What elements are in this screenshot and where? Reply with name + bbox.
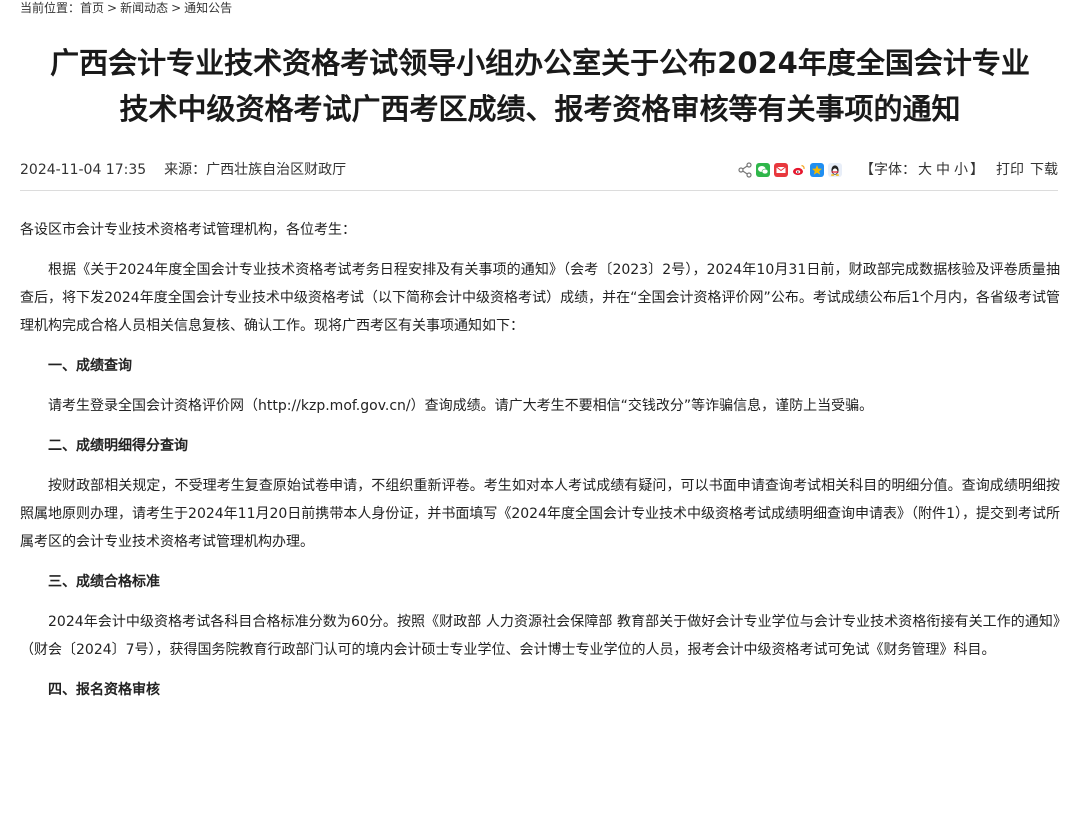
article-title-line-2: 技术中级资格考试广西考区成绩、报考资格审核等有关事项的通知 xyxy=(119,92,961,126)
meta-divider xyxy=(20,190,1058,191)
share-icon[interactable] xyxy=(738,162,752,178)
breadcrumb-separator: > xyxy=(171,1,182,15)
font-size-large-button[interactable]: 大 xyxy=(918,162,932,178)
font-size-open: 【字体： xyxy=(860,162,916,178)
email-icon[interactable] xyxy=(774,163,788,177)
section-paragraph: 2024年会计中级资格考试各科目合格标准分数为60分。按照《财政部 人力资源社会… xyxy=(20,614,1060,658)
section-paragraph: 按财政部相关规定，不受理考生复查原始试卷申请，不组织重新评卷。考生如对本人考试成… xyxy=(20,478,1060,550)
section-heading: 一、成绩查询 xyxy=(48,358,132,374)
intro-paragraph: 根据《关于2024年度全国会计专业技术资格考试考务日程安排及有关事项的通知》（会… xyxy=(20,262,1060,334)
wechat-icon[interactable] xyxy=(756,163,770,177)
weibo-icon[interactable] xyxy=(792,163,806,177)
article-body: 各设区市会计专业技术资格考试管理机构，各位考生： 根据《关于2024年度全国会计… xyxy=(20,216,1060,716)
breadcrumb-prefix: 当前位置： xyxy=(20,1,81,15)
section-heading: 四、报名资格审核 xyxy=(48,682,160,698)
article-toolbar: 【字体：大中小】 打印 下载 xyxy=(738,159,1058,181)
breadcrumb-notice-link[interactable]: 通知公告 xyxy=(184,1,232,15)
breadcrumb-separator: > xyxy=(107,1,118,15)
publish-datetime: 2024-11-04 17:35 xyxy=(20,162,147,178)
article-meta-info: 2024-11-04 17:35 来源：广西壮族自治区财政厅 xyxy=(20,159,346,181)
breadcrumb-home-link[interactable]: 首页 xyxy=(80,1,104,15)
font-size-small-button[interactable]: 小 xyxy=(954,162,968,178)
font-size-close: 】 xyxy=(970,162,984,178)
article-meta-bar: 2024-11-04 17:35 来源：广西壮族自治区财政厅 【字体： 大 中 … xyxy=(20,159,1058,181)
breadcrumb: 当前位置：首页 > 新闻动态 > 通知公告 xyxy=(20,0,232,16)
breadcrumb-news-link[interactable]: 新闻动态 xyxy=(120,1,168,15)
section-heading: 三、成绩合格标准 xyxy=(48,574,160,590)
font-size-medium-button[interactable]: 中 xyxy=(936,162,950,178)
section-paragraph: 请考生登录全国会计资格评价网（http://kzp.mof.gov.cn/）查询… xyxy=(48,398,874,414)
qq-icon[interactable] xyxy=(828,163,842,177)
article-page: 当前位置：首页 > 新闻动态 > 通知公告 广西会计专业技术资格考试领导小组办公室关于公… xyxy=(0,0,1080,824)
greeting-paragraph: 各设区市会计专业技术资格考试管理机构，各位考生： xyxy=(20,222,356,238)
article-title: 广西会计专业技术资格考试领导小组办公室关于公布2024年度全国会计专业 技术中级… xyxy=(20,40,1060,132)
article-title-line-1: 广西会计专业技术资格考试领导小组办公室关于公布2024年度全国会计专业 xyxy=(50,46,1030,80)
source-name: 广西壮族自治区财政厅 xyxy=(206,162,347,178)
print-button[interactable]: 打印 xyxy=(996,159,1024,181)
font-size-control: 【字体：大中小】 xyxy=(860,159,984,181)
source-label: 来源： xyxy=(164,162,207,178)
download-button[interactable]: 下载 xyxy=(1030,159,1058,181)
qzone-icon[interactable] xyxy=(810,163,824,177)
section-heading: 二、成绩明细得分查询 xyxy=(48,438,188,454)
